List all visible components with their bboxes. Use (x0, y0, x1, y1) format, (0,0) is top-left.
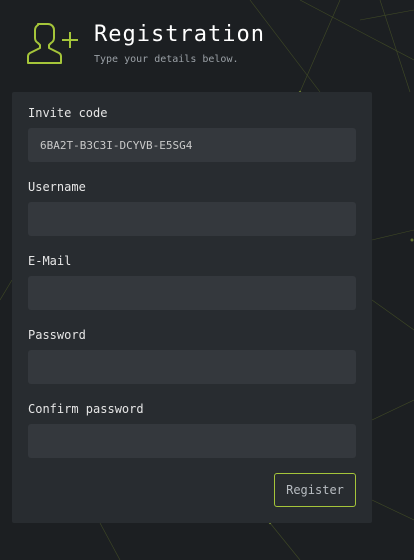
confirm-password-field[interactable] (28, 424, 356, 458)
email-label: E-Mail (28, 254, 72, 268)
register-button[interactable]: Register (274, 473, 356, 507)
invite-code-field[interactable] (28, 128, 356, 162)
password-field[interactable] (28, 350, 356, 384)
add-user-icon (27, 23, 78, 64)
username-label: Username (28, 180, 86, 194)
registration-form: Invite code Username E-Mail Password Con… (12, 92, 372, 523)
password-label: Password (28, 328, 86, 342)
invite-code-label: Invite code (28, 106, 108, 120)
page-title: Registration (94, 22, 265, 47)
page-subtitle: Type your details below. (94, 54, 239, 65)
username-field[interactable] (28, 202, 356, 236)
email-field[interactable] (28, 276, 356, 310)
page-header: Registration Type your details below. (24, 20, 265, 66)
confirm-password-label: Confirm password (28, 402, 144, 416)
